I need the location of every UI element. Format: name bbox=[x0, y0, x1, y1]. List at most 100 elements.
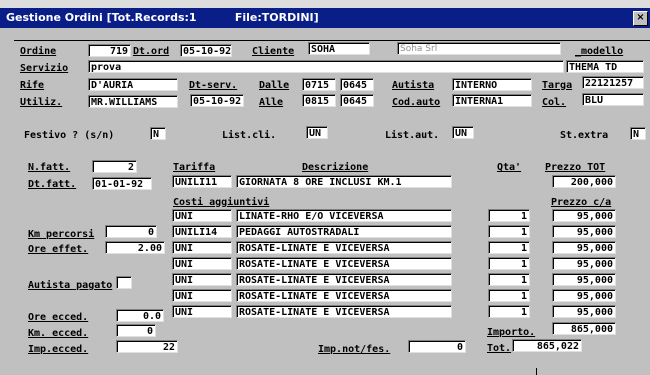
cost-code[interactable]: UNI bbox=[172, 241, 232, 254]
col-label: Col. bbox=[542, 97, 567, 108]
cost-prezzo[interactable]: 95,000 bbox=[552, 305, 616, 318]
km-ecced-label: Km. ecced. bbox=[28, 328, 89, 339]
alle-field-1[interactable]: 0815 bbox=[302, 94, 336, 107]
imp-notfes-field[interactable]: 0 bbox=[408, 340, 466, 353]
autista-label: Autista bbox=[392, 80, 435, 91]
alle-label: Alle bbox=[259, 97, 284, 108]
alle-field-2[interactable]: 0645 bbox=[340, 94, 374, 107]
listaut-field[interactable]: UN bbox=[452, 126, 474, 139]
cost-desc[interactable]: ROSATE-LINATE E VICEVERSA bbox=[236, 305, 452, 318]
servizio-field[interactable]: prova bbox=[88, 60, 564, 73]
ore-ecced-label: Ore ecced. bbox=[28, 312, 89, 323]
targa-label: Targa bbox=[542, 80, 573, 91]
cost-prezzo[interactable]: 95,000 bbox=[552, 209, 616, 222]
cost-prezzo[interactable]: 95,000 bbox=[552, 257, 616, 270]
cost-qta[interactable]: 1 bbox=[488, 241, 530, 254]
dtserv-field[interactable]: 05-10-92 bbox=[190, 94, 244, 107]
targa-field[interactable]: 22121257 bbox=[582, 76, 644, 89]
festivo-label: Festivo ? (s/n) bbox=[24, 130, 115, 141]
cost-qta[interactable]: 1 bbox=[488, 257, 530, 270]
cliente-label: Cliente bbox=[252, 46, 295, 57]
imp-notfes-label: Imp.not/fes. bbox=[318, 344, 391, 355]
ordine-label: Ordine bbox=[20, 46, 57, 57]
stextra-field[interactable]: N bbox=[630, 127, 646, 140]
dalle-field-1[interactable]: 0715 bbox=[302, 78, 336, 91]
order-window: Gestione Ordini [Tot.Records:1 File:TORD… bbox=[0, 0, 650, 375]
tot-label: Tot. bbox=[487, 343, 512, 354]
close-button[interactable]: × bbox=[633, 11, 648, 26]
cost-prezzo[interactable]: 95,000 bbox=[552, 241, 616, 254]
cost-desc[interactable]: PEDAGGI AUTOSTRADALI bbox=[236, 225, 452, 238]
cost-code[interactable]: UNI bbox=[172, 289, 232, 302]
cost-prezzo[interactable]: 95,000 bbox=[552, 225, 616, 238]
descrizione-label: Descrizione bbox=[302, 162, 369, 173]
dtfatt-field[interactable]: 01-01-92 bbox=[92, 177, 152, 190]
divider bbox=[14, 40, 650, 41]
ordine-field[interactable]: 719 bbox=[88, 44, 131, 57]
cost-code[interactable]: UNILI14 bbox=[172, 225, 232, 238]
importo-label: Importo. bbox=[487, 327, 536, 338]
km-percorsi-field[interactable]: 0 bbox=[105, 225, 157, 238]
importo-field[interactable]: 865,000 bbox=[552, 322, 616, 335]
cost-code[interactable]: UNI bbox=[172, 273, 232, 286]
cliente-name-field[interactable]: Soha Srl bbox=[397, 42, 561, 55]
col-field[interactable]: BLU bbox=[582, 93, 644, 106]
ore-ecced-field[interactable]: 0.0 bbox=[116, 309, 164, 322]
cost-desc[interactable]: LINATE-RHO E/O VICEVERSA bbox=[236, 209, 452, 222]
festivo-field[interactable]: N bbox=[150, 127, 166, 140]
cost-desc[interactable]: ROSATE-LINATE E VICEVERSA bbox=[236, 257, 452, 270]
ore-effet-field[interactable]: 2.00 bbox=[105, 241, 165, 254]
nfatt-field[interactable]: 2 bbox=[92, 160, 137, 173]
nfatt-label: N.fatt. bbox=[28, 162, 71, 173]
cost-qta[interactable]: 1 bbox=[488, 209, 530, 222]
rife-field[interactable]: D'AURIA bbox=[88, 78, 178, 91]
imp-ecced-field[interactable]: 22 bbox=[116, 340, 178, 353]
servizio-label: Servizio bbox=[20, 63, 69, 74]
dtfatt-label: Dt.fatt. bbox=[28, 179, 77, 190]
text-cursor bbox=[536, 368, 537, 375]
title-bar: Gestione Ordini [Tot.Records:1 File:TORD… bbox=[0, 8, 650, 28]
imp-ecced-label: Imp.ecced. bbox=[28, 344, 89, 355]
rife-label: Rife bbox=[20, 80, 45, 91]
codauto-field[interactable]: INTERNA1 bbox=[452, 94, 532, 107]
autista-pagato-label: Autista pagato bbox=[28, 280, 113, 291]
modello-label: _modello bbox=[575, 46, 624, 57]
listcli-label: List.cli. bbox=[222, 130, 277, 141]
listcli-field[interactable]: UN bbox=[306, 126, 328, 139]
tot-field[interactable]: 865,022 bbox=[512, 339, 582, 352]
cost-code[interactable]: UNI bbox=[172, 257, 232, 270]
ore-effet-label: Ore effet. bbox=[28, 244, 89, 255]
cliente-code-field[interactable]: SOHA bbox=[308, 42, 370, 55]
cost-qta[interactable]: 1 bbox=[488, 225, 530, 238]
costi-label: Costi aggiuntivi bbox=[173, 197, 270, 208]
dalle-field-2[interactable]: 0645 bbox=[340, 78, 374, 91]
cost-desc[interactable]: ROSATE-LINATE E VICEVERSA bbox=[236, 289, 452, 302]
utiliz-field[interactable]: MR.WILLIAMS bbox=[88, 95, 178, 108]
utiliz-label: Utiliz. bbox=[20, 97, 63, 108]
autista-field[interactable]: INTERNO bbox=[452, 78, 532, 91]
prezzo-tot-label: Prezzo TOT bbox=[545, 162, 606, 173]
cost-code[interactable]: UNI bbox=[172, 305, 232, 318]
listaut-label: List.aut. bbox=[385, 130, 440, 141]
km-percorsi-label: Km percorsi bbox=[28, 229, 95, 240]
cost-prezzo[interactable]: 95,000 bbox=[552, 273, 616, 286]
stextra-label: St.extra bbox=[560, 130, 609, 141]
prezzo-tot-field[interactable]: 200,000 bbox=[552, 175, 616, 188]
cost-qta[interactable]: 1 bbox=[488, 289, 530, 302]
cost-desc[interactable]: ROSATE-LINATE E VICEVERSA bbox=[236, 241, 452, 254]
cost-qta[interactable]: 1 bbox=[488, 305, 530, 318]
tariffa-field[interactable]: UNILI11 bbox=[172, 175, 232, 188]
descrizione-field[interactable]: GIORNATA 8 ORE INCLUSI KM.1 bbox=[236, 175, 452, 188]
cost-prezzo[interactable]: 95,000 bbox=[552, 289, 616, 302]
window-title: Gestione Ordini [Tot.Records:1 File:TORD… bbox=[6, 11, 319, 24]
dalle-label: Dalle bbox=[259, 80, 290, 91]
km-ecced-field[interactable]: 0 bbox=[116, 324, 156, 337]
prezzo-ca-label: Prezzo c/a bbox=[551, 197, 612, 208]
cost-code[interactable]: UNI bbox=[172, 209, 232, 222]
cost-qta[interactable]: 1 bbox=[488, 273, 530, 286]
autista-pagato-field[interactable] bbox=[116, 276, 132, 289]
dtord-field[interactable]: 05-10-92 bbox=[180, 44, 232, 57]
cost-desc[interactable]: ROSATE-LINATE E VICEVERSA bbox=[236, 273, 452, 286]
modello-field[interactable]: THEMA TD bbox=[566, 60, 644, 73]
qta-label: Qta' bbox=[497, 162, 522, 173]
